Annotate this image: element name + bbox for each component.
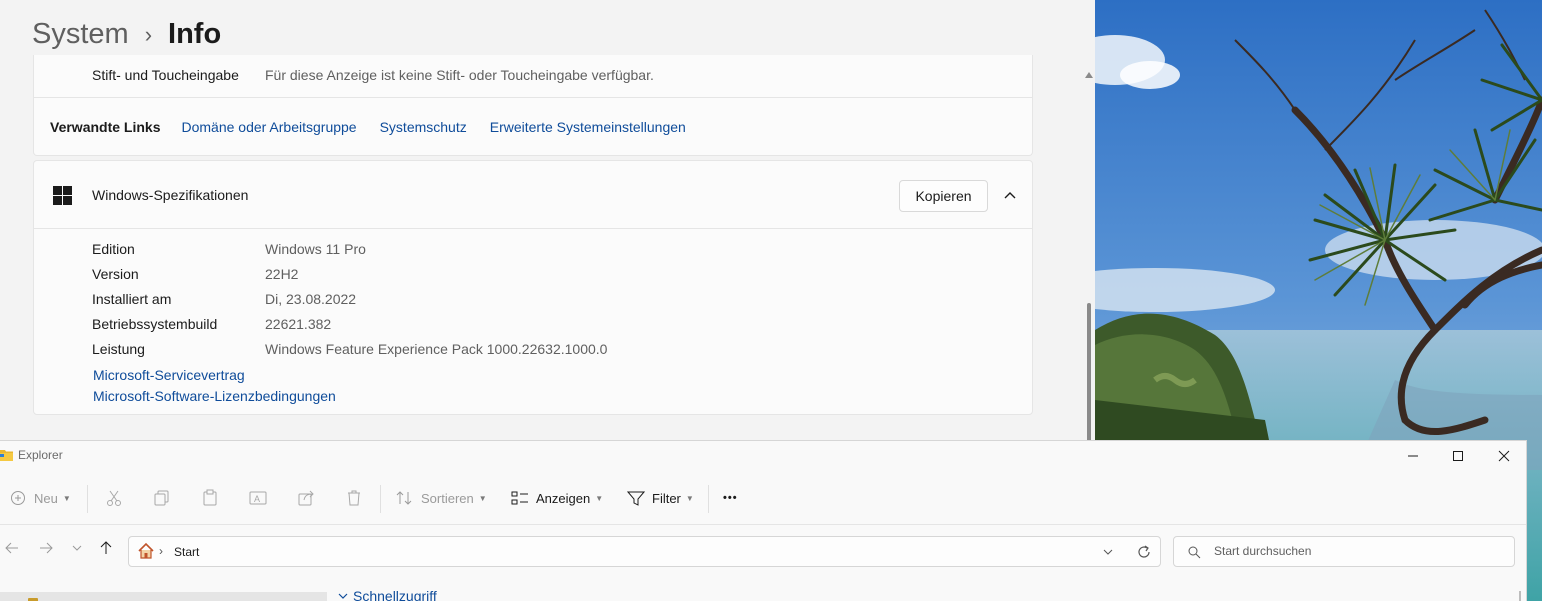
up-icon[interactable] (96, 538, 116, 558)
cut-icon[interactable] (104, 488, 124, 508)
explorer-window: Explorer Neu ▼ A Sortieren ▼ Anzeigen ▼ (0, 440, 1527, 601)
sort-icon (396, 491, 412, 505)
sort-label: Sortieren (421, 490, 474, 506)
back-icon[interactable] (2, 538, 22, 558)
copy-icon[interactable] (152, 488, 172, 508)
chevron-down-icon (338, 593, 348, 599)
toolbar-divider (380, 485, 381, 513)
view-button[interactable]: Anzeigen ▼ (511, 486, 603, 510)
address-location[interactable]: Start (174, 545, 199, 559)
link-advanced-system-settings[interactable]: Erweiterte Systemeinstellungen (490, 119, 686, 135)
new-button[interactable]: Neu ▼ (10, 486, 71, 510)
windows-specs-header[interactable]: Windows-Spezifikationen Kopieren (34, 161, 1032, 229)
windows-logo-icon (53, 186, 72, 205)
forward-icon[interactable] (36, 538, 56, 558)
refresh-icon[interactable] (1135, 543, 1153, 561)
copy-button[interactable]: Kopieren (899, 180, 988, 212)
link-service-agreement[interactable]: Microsoft-Servicevertrag (93, 365, 336, 386)
toolbar-divider (87, 485, 88, 513)
chevron-down-icon[interactable] (1101, 545, 1115, 559)
windows-specs-list: Edition Windows 11 Pro Version 22H2 Inst… (34, 239, 1032, 364)
content-scrollbar[interactable] (1519, 591, 1521, 601)
delete-icon[interactable] (344, 488, 364, 508)
chevron-up-icon[interactable] (1000, 185, 1020, 205)
maximize-icon[interactable] (1448, 446, 1468, 466)
close-icon[interactable] (1494, 446, 1514, 466)
quick-access-label: Schnellzugriff (353, 588, 437, 601)
windows-specs-links: Microsoft-Servicevertrag Microsoft-Softw… (93, 365, 336, 407)
filter-button[interactable]: Filter ▼ (627, 486, 694, 510)
filter-label: Filter (652, 490, 681, 506)
paste-icon[interactable] (200, 488, 220, 508)
address-chevron[interactable]: › (159, 544, 163, 558)
navigation-row: › Start (0, 526, 1526, 576)
filter-icon (627, 491, 645, 506)
navigation-pane[interactable] (0, 592, 327, 601)
breadcrumb-separator: › (144, 21, 153, 47)
toolbar-divider (708, 485, 709, 513)
new-label: Neu (34, 490, 58, 506)
folder-icon (0, 450, 13, 461)
spec-value: Di, 23.08.2022 (265, 291, 357, 307)
view-label: Anzeigen (536, 490, 591, 506)
spec-row: Edition Windows 11 Pro (34, 239, 1032, 264)
minimize-icon[interactable] (1403, 446, 1423, 466)
device-specs-card: Stift- und Toucheingabe Für diese Anzeig… (33, 55, 1033, 156)
link-system-protection[interactable]: Systemschutz (380, 119, 467, 135)
scroll-up-icon[interactable] (1085, 72, 1093, 78)
view-icon (511, 491, 528, 505)
spec-row: Leistung Windows Feature Experience Pack… (34, 339, 1032, 364)
search-input[interactable] (1214, 544, 1504, 558)
related-links: Verwandte Links Domäne oder Arbeitsgrupp… (34, 98, 1032, 155)
windows-specs-card: Windows-Spezifikationen Kopieren Edition… (33, 160, 1033, 415)
settings-scrollbar[interactable] (1083, 70, 1095, 440)
search-box[interactable] (1173, 536, 1515, 567)
spec-value: Windows 11 Pro (265, 241, 366, 257)
explorer-titlebar[interactable]: Explorer (0, 441, 1526, 471)
page-title: Info (168, 18, 222, 50)
home-icon (138, 542, 154, 559)
spec-label: Installiert am (92, 291, 172, 307)
address-bar[interactable]: › Start (128, 536, 1161, 567)
scrollbar-thumb[interactable] (1087, 303, 1091, 440)
window-title: Explorer (18, 448, 63, 462)
link-domain-workgroup[interactable]: Domäne oder Arbeitsgruppe (181, 119, 356, 135)
settings-window: System › Info Stift- und Toucheingabe Fü… (0, 0, 1095, 440)
rename-icon[interactable]: A (248, 488, 268, 508)
link-license-terms[interactable]: Microsoft-Software-Lizenzbedingungen (93, 386, 336, 407)
spec-value: 22H2 (265, 266, 299, 282)
svg-text:A: A (254, 494, 260, 504)
spec-label: Version (92, 266, 139, 282)
spec-label: Stift- und Toucheingabe (92, 67, 239, 83)
spec-row-pen-touch: Stift- und Toucheingabe Für diese Anzeig… (34, 55, 1032, 98)
spec-row: Betriebssystembuild 22621.382 (34, 314, 1032, 339)
spec-value: Für diese Anzeige ist keine Stift- oder … (265, 67, 654, 83)
command-bar: Neu ▼ A Sortieren ▼ Anzeigen ▼ Filter ▼ … (0, 471, 1526, 525)
breadcrumb: System › Info (32, 18, 221, 51)
spec-label: Betriebssystembuild (92, 316, 218, 332)
spec-value: Windows Feature Experience Pack 1000.226… (265, 341, 608, 357)
more-options-button[interactable]: ••• (723, 486, 738, 510)
breadcrumb-system[interactable]: System (32, 18, 129, 51)
spec-label: Edition (92, 241, 135, 257)
spec-row: Installiert am Di, 23.08.2022 (34, 289, 1032, 314)
windows-specs-title: Windows-Spezifikationen (92, 187, 249, 203)
plus-icon (11, 491, 25, 505)
quick-access-header[interactable]: Schnellzugriff (337, 588, 437, 601)
spec-row: Version 22H2 (34, 264, 1032, 289)
search-icon (1188, 546, 1201, 559)
spec-label: Leistung (92, 341, 145, 357)
recent-dropdown-icon[interactable] (67, 538, 87, 558)
spec-value: 22621.382 (265, 316, 332, 332)
related-links-title: Verwandte Links (50, 118, 161, 135)
share-icon[interactable] (296, 488, 316, 508)
sort-button[interactable]: Sortieren ▼ (396, 486, 487, 510)
